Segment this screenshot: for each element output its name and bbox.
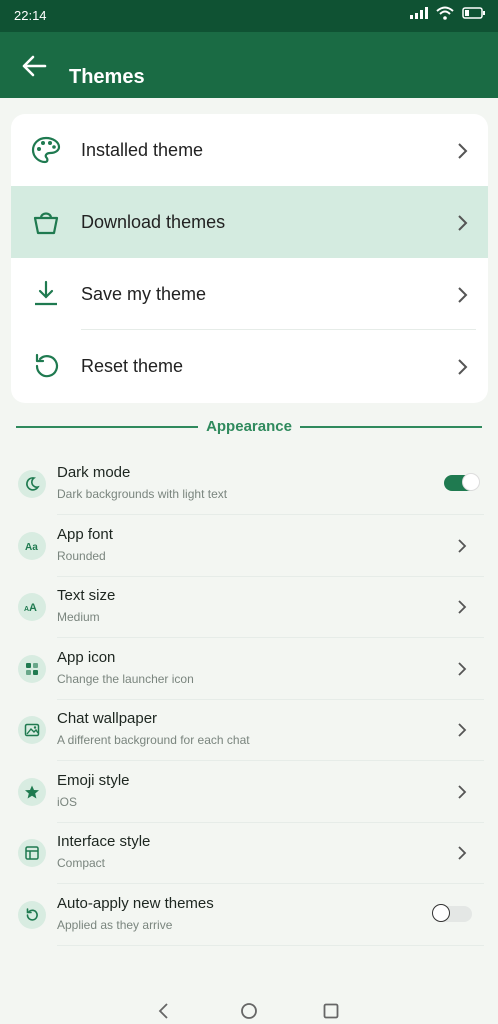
wifi-icon — [436, 6, 454, 20]
signal-icon — [410, 7, 428, 19]
menu-item-label: Download themes — [81, 212, 226, 232]
divider — [57, 883, 484, 884]
menu-item-save-my-theme[interactable]: Save my theme — [11, 258, 488, 330]
setting-interface-style[interactable]: Interface style Compact — [0, 823, 498, 884]
shopping-bag-icon — [33, 212, 59, 235]
setting-subtitle: Change the launcher icon — [57, 672, 194, 686]
chevron-right-icon — [458, 662, 467, 676]
nav-home-icon[interactable] — [240, 1002, 258, 1020]
setting-chat-wallpaper[interactable]: Chat wallpaper A different background fo… — [0, 700, 498, 761]
refresh-icon — [18, 901, 46, 929]
setting-title: Emoji style — [57, 772, 130, 789]
star-icon — [18, 778, 46, 806]
nav-back-icon[interactable] — [155, 1002, 173, 1020]
status-bar: 22:14 — [0, 0, 498, 32]
chevron-right-icon — [458, 785, 467, 799]
setting-title: Chat wallpaper — [57, 710, 158, 727]
palette-icon — [31, 136, 61, 164]
setting-title: Auto-apply new themes — [57, 895, 214, 912]
chevron-right-icon — [458, 846, 467, 860]
chevron-right-icon — [458, 723, 467, 737]
setting-app-font[interactable]: Aa App font Rounded — [0, 516, 498, 577]
theme-menu-card: Installed theme Download themes Save my … — [11, 114, 488, 403]
chevron-right-icon — [458, 215, 468, 231]
svg-text:Aa: Aa — [25, 542, 38, 553]
menu-item-label: Installed theme — [81, 140, 204, 160]
svg-text:A: A — [29, 602, 37, 614]
font-icon: Aa — [18, 532, 46, 560]
nav-recents-icon[interactable] — [322, 1002, 340, 1020]
text-size-icon: AA — [18, 593, 46, 621]
setting-title: App font — [57, 526, 113, 543]
setting-title: Dark mode — [57, 464, 131, 481]
divider — [57, 760, 484, 761]
setting-subtitle: Applied as they arrive — [57, 918, 173, 932]
layout-icon — [18, 839, 46, 867]
setting-text-size[interactable]: AA Text size Medium — [0, 577, 498, 638]
divider — [300, 426, 482, 428]
chevron-right-icon — [458, 143, 468, 159]
back-arrow-icon[interactable] — [20, 52, 48, 80]
chevron-right-icon — [458, 539, 467, 553]
setting-title: Interface style — [57, 833, 151, 850]
setting-subtitle: A different background for each chat — [57, 733, 250, 747]
setting-emoji-style[interactable]: Emoji style iOS — [0, 762, 498, 823]
battery-icon — [462, 7, 485, 19]
dark-mode-toggle[interactable] — [444, 473, 480, 491]
setting-subtitle: Compact — [57, 856, 106, 870]
menu-item-download-themes[interactable]: Download themes — [11, 186, 488, 258]
setting-title: Text size — [57, 587, 116, 604]
moon-icon — [18, 470, 46, 498]
menu-item-reset-theme[interactable]: Reset theme — [11, 330, 488, 402]
chevron-right-icon — [458, 359, 468, 375]
page-title: Themes — [69, 66, 145, 88]
divider — [57, 945, 484, 946]
setting-dark-mode[interactable]: Dark mode Dark backgrounds with light te… — [0, 454, 498, 515]
divider — [57, 637, 484, 638]
menu-item-label: Reset theme — [81, 356, 184, 376]
status-time: 22:14 — [14, 8, 47, 23]
menu-item-label: Save my theme — [81, 284, 207, 304]
setting-auto-apply-new-themes[interactable]: Auto-apply new themes Applied as they ar… — [0, 885, 498, 946]
setting-subtitle: iOS — [57, 795, 78, 809]
setting-title: App icon — [57, 649, 116, 666]
reset-icon — [35, 353, 59, 378]
image-icon — [18, 716, 46, 744]
chevron-right-icon — [458, 600, 467, 614]
setting-subtitle: Rounded — [57, 549, 106, 563]
chevron-right-icon — [458, 287, 468, 303]
app-bar: Themes — [0, 32, 498, 98]
menu-item-installed-theme[interactable]: Installed theme — [11, 114, 488, 186]
setting-subtitle: Medium — [57, 610, 100, 624]
grid-icon — [18, 655, 46, 683]
setting-app-icon[interactable]: App icon Change the launcher icon — [0, 639, 498, 700]
system-nav-bar — [0, 990, 498, 1024]
download-icon — [35, 280, 57, 306]
auto-apply-toggle[interactable] — [432, 904, 472, 922]
setting-subtitle: Dark backgrounds with light text — [57, 487, 228, 501]
section-header-appearance: Appearance — [16, 418, 482, 438]
divider — [57, 514, 484, 515]
